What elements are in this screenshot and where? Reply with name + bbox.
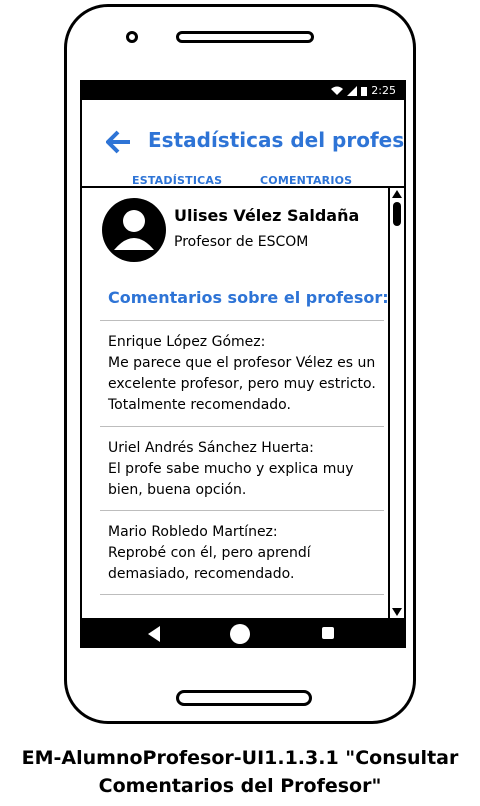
avatar-icon [102,198,166,262]
nav-home-icon[interactable] [230,624,250,644]
signal-icon [347,86,358,96]
status-time: 2:25 [371,84,396,97]
divider [100,510,384,511]
nav-recent-apps-icon[interactable] [322,627,334,639]
comments-content: Ulises Vélez Saldaña Profesor de ESCOM C… [82,188,388,618]
android-nav-bar [82,618,404,646]
nav-back-icon[interactable] [148,626,162,642]
comment-author: Uriel Andrés Sánchez Huerta: [108,440,314,456]
phone-screen: 2:25 Estadísticas del profesor ESTADÍSTI… [80,80,406,648]
scroll-down-arrow-icon[interactable] [392,608,402,616]
page-title: Estadísticas del profesor [148,128,406,152]
comments-section-title: Comentarios sobre el profesor: [108,288,388,307]
comment-text: Reprobé con él, pero aprendí demasiado, … [108,545,311,582]
status-bar: 2:25 [82,82,404,100]
vertical-scrollbar[interactable] [388,188,404,618]
comment-item: Enrique López Gómez: Me parece que el pr… [108,332,380,416]
scroll-up-arrow-icon[interactable] [392,190,402,198]
screen-caption: EM-AlumnoProfesor-UI1.1.3.1 "Consultar C… [0,744,480,800]
comment-text: Me parece que el profesor Vélez es un ex… [108,355,376,413]
front-camera [126,31,138,43]
professor-name: Ulises Vélez Saldaña [174,206,360,225]
caption-line-2: Comentarios del Profesor" [98,775,382,797]
comment-item: Mario Robledo Martínez: Reprobé con él, … [108,522,380,585]
comment-text: El profe sabe mucho y explica muy bien, … [108,461,354,498]
comment-author: Enrique López Gómez: [108,334,266,350]
battery-icon [361,87,368,96]
caption-line-1: EM-AlumnoProfesor-UI1.1.3.1 "Consultar [21,747,459,769]
comment-author: Mario Robledo Martínez: [108,524,278,540]
divider [100,426,384,427]
hardware-home-button [176,690,312,706]
scroll-thumb[interactable] [393,202,401,226]
divider [100,594,384,595]
divider [100,320,384,321]
tab-estadisticas[interactable]: ESTADÍSTICAS [132,174,222,187]
wifi-icon [331,86,344,95]
app-header: Estadísticas del profesor ESTADÍSTICAS C… [82,100,406,200]
earpiece-speaker [176,31,314,43]
back-arrow-icon[interactable] [106,130,132,154]
professor-role: Profesor de ESCOM [174,234,309,250]
comment-item: Uriel Andrés Sánchez Huerta: El profe sa… [108,438,380,501]
tab-comentarios[interactable]: COMENTARIOS [260,174,352,187]
